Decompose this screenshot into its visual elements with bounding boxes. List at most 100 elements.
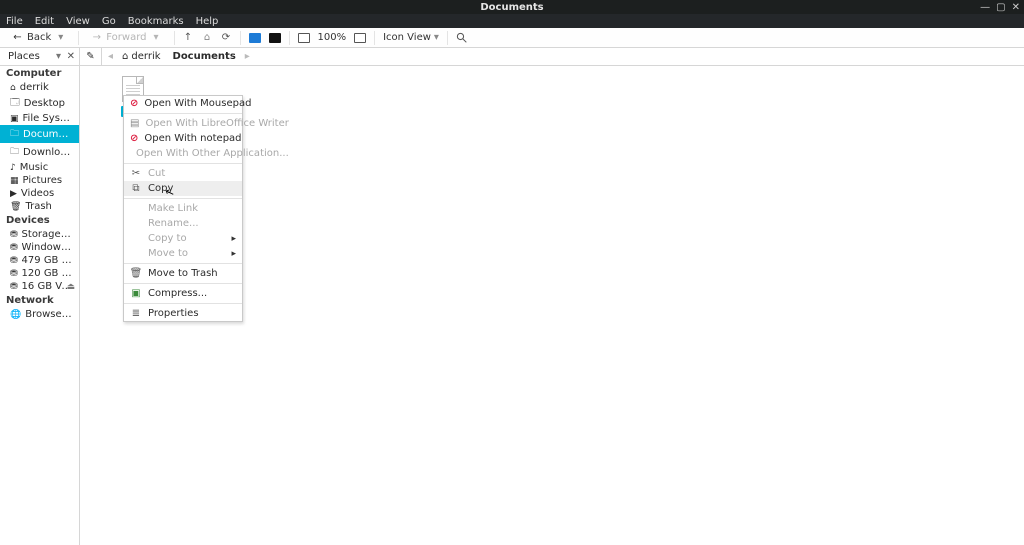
zoom-out-icon[interactable] (298, 33, 310, 43)
context-menu-item-label: Move to Trash (148, 268, 218, 279)
reload-icon[interactable]: ⟳ (221, 32, 232, 43)
context-menu-item-move-to: Move to▸ (124, 246, 242, 261)
drive-icon: ⛃ (10, 230, 18, 240)
breadcrumb-current[interactable]: Documents (170, 50, 239, 63)
menu-view[interactable]: View (66, 16, 90, 27)
search-icon[interactable] (456, 32, 467, 43)
music-icon: ♪ (10, 163, 16, 173)
path-forward-icon[interactable]: ▸ (245, 51, 250, 62)
places-close-icon[interactable]: ✕ (67, 51, 75, 62)
context-menu-item-open-with-notepad[interactable]: ⊘Open With notepad (124, 131, 242, 146)
sidebar-item-desktop[interactable]: 🗔 Desktop (0, 94, 79, 112)
context-menu-item-rename: Rename... (124, 216, 242, 231)
view-mode-selector[interactable]: Icon View ▾ (383, 32, 439, 43)
chevron-down-icon: ▾ (434, 32, 439, 43)
separator (374, 31, 375, 45)
window-maximize-button[interactable]: ▢ (996, 2, 1005, 13)
eject-icon[interactable]: ⏏ (66, 282, 75, 292)
context-menu-separator (124, 283, 242, 284)
context-menu-item-compress[interactable]: ▣Compress... (124, 286, 242, 301)
deny-icon: ⊘ (130, 98, 138, 109)
sidebar-item-browse-network[interactable]: 🌐Browse Network (0, 308, 79, 321)
menu-edit[interactable]: Edit (35, 16, 54, 27)
sidebar-item-120-gb-volume[interactable]: ⛃120 GB Volume (0, 267, 79, 280)
separator (240, 31, 241, 45)
locationbar: Places ▾ ✕ ✎ ◂ ⌂ derrik Documents ▸ (0, 48, 1024, 66)
path-back-icon[interactable]: ◂ (108, 51, 113, 62)
sidebar-item-derrik[interactable]: ⌂derrik (0, 81, 79, 94)
context-menu-item-cut: ✂Cut (124, 166, 242, 181)
context-menu-item-open-with-mousepad[interactable]: ⊘Open With Mousepad (124, 96, 242, 111)
menu-bookmarks[interactable]: Bookmarks (128, 16, 184, 27)
breadcrumb-home[interactable]: ⌂ derrik (119, 50, 163, 63)
breadcrumb-home-label: derrik (131, 51, 160, 62)
context-menu: ⊘Open With Mousepad▤Open With LibreOffic… (123, 95, 243, 322)
sidebar-item-label: Pictures (23, 175, 63, 186)
sidebar-item-trash[interactable]: 🗑 Trash (0, 200, 79, 213)
view-toggle-alt-icon[interactable] (269, 33, 281, 43)
video-icon: ▶ (10, 189, 17, 199)
sidebar-item-music[interactable]: ♪ Music (0, 161, 79, 174)
context-menu-item-copy[interactable]: ⧉Copy (124, 181, 242, 196)
sidebar-item-file-system[interactable]: ▣File System (0, 112, 79, 125)
window-minimize-button[interactable]: — (980, 2, 990, 13)
sidebar-item-479-gb-volume[interactable]: ⛃ 479 GB Volume (0, 254, 79, 267)
sidebar-item-videos[interactable]: ▶Videos (0, 187, 79, 200)
context-menu-item-move-to-trash[interactable]: 🗑 Move to Trash (124, 266, 242, 281)
zoom-level: 100% (318, 32, 347, 43)
context-menu-separator (124, 303, 242, 304)
context-menu-item-label: Open With notepad (144, 133, 241, 144)
trash-icon: 🗑 (130, 268, 142, 279)
context-menu-item-properties[interactable]: ≣Properties (124, 306, 242, 321)
desktop-icon: 🗔 (10, 95, 20, 111)
drive-icon: ⛃ (10, 256, 18, 266)
sidebar-item-label: File System (23, 113, 73, 124)
copy-icon: ⧉ (130, 183, 142, 194)
context-menu-item-label: Compress... (148, 288, 207, 299)
sidebar-item-documents[interactable]: 🗀Documents (0, 125, 79, 143)
view-toggle-active-icon[interactable] (249, 33, 261, 43)
doc-icon: ▤ (130, 118, 139, 129)
context-menu-item-label: Make Link (148, 203, 198, 214)
window-close-button[interactable]: ✕ (1012, 2, 1020, 13)
chevron-down-icon[interactable]: ▾ (56, 51, 61, 62)
context-menu-item-copy-to: Copy to▸ (124, 231, 242, 246)
context-menu-item-label: Rename... (148, 218, 199, 229)
sidebar-item-downloads[interactable]: 🗀Downloads (0, 143, 79, 161)
sidebar-item-label: Trash (25, 201, 51, 212)
sidebar-item-storage-windows[interactable]: ⛃Storage Windows (0, 228, 79, 241)
edit-path-button[interactable]: ✎ (80, 48, 102, 65)
sidebar-item-pictures[interactable]: ▦ Pictures (0, 174, 79, 187)
up-icon[interactable]: ↑ (183, 32, 194, 43)
arrow-right-icon: → (91, 32, 102, 43)
sidebar-item-label: Music (20, 162, 48, 173)
sidebar-item-label: 479 GB Volume (22, 255, 73, 266)
forward-button[interactable]: → Forward ▾ (87, 31, 165, 44)
menu-help[interactable]: Help (196, 16, 219, 27)
context-menu-item-label: Cut (148, 168, 165, 179)
home-icon[interactable]: ⌂ (202, 32, 213, 43)
separator (174, 31, 175, 45)
context-menu-item-label: Open With LibreOffice Writer (145, 118, 288, 129)
sidebar-item-label: 120 GB Volume (22, 268, 73, 279)
folder-icon: 🗀 (10, 144, 19, 160)
picture-icon: ▦ (10, 176, 19, 186)
arrow-left-icon: ← (12, 32, 23, 43)
sidebar-item-windows-ssd-sto-[interactable]: ⛃Windows SSD sto... (0, 241, 79, 254)
trash-icon: 🗑 (10, 202, 21, 212)
sidebar-item-label: Desktop (24, 98, 65, 109)
drive-icon: ⛃ (10, 282, 18, 292)
back-button[interactable]: ← Back ▾ (8, 31, 70, 44)
chevron-down-icon: ▾ (151, 32, 162, 43)
menu-go[interactable]: Go (102, 16, 116, 27)
sidebar-item-16-gb-volu-[interactable]: ⛃16 GB Volu...⏏ (0, 280, 79, 293)
context-menu-item-open-with-other-application: Open With Other Application... (124, 146, 242, 161)
context-menu-separator (124, 163, 242, 164)
zoom-in-icon[interactable] (354, 33, 366, 43)
menu-file[interactable]: File (6, 16, 23, 27)
titlebar: Documents — ▢ ✕ (0, 0, 1024, 14)
context-menu-item-label: Properties (148, 308, 199, 319)
sidebar-item-label: Windows SSD sto... (22, 242, 73, 253)
separator (289, 31, 290, 45)
file-view[interactable]: test ⊘Open With Mousepad▤Open With Libre… (80, 66, 1024, 545)
